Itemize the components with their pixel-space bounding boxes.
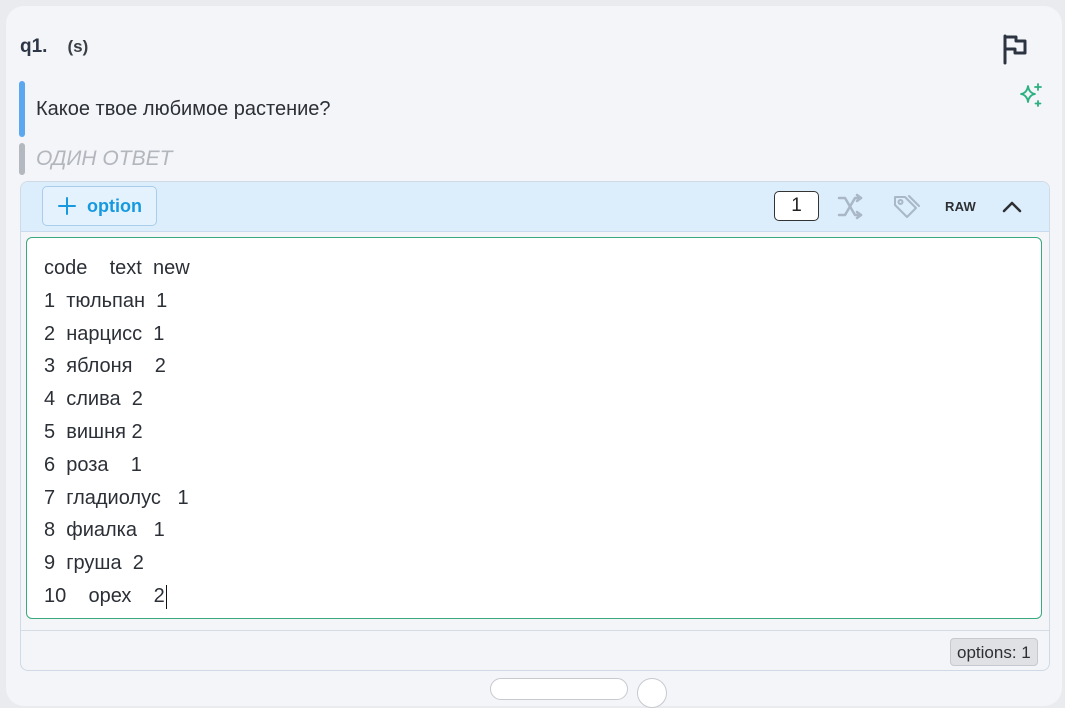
panel-divider bbox=[21, 630, 1049, 631]
flag-icon[interactable] bbox=[1000, 32, 1030, 66]
editor-line: 2 нарцисс 1 bbox=[44, 322, 165, 345]
editor-line: 7 гладиолус 1 bbox=[44, 486, 189, 509]
editor-line: code text new bbox=[44, 257, 190, 279]
raw-toggle[interactable]: RAW bbox=[945, 199, 976, 214]
editor-line: 9 груша 2 bbox=[44, 552, 144, 575]
question-header: q1. (s) bbox=[20, 36, 88, 58]
editor-line-last-text: 10 орех 2 bbox=[44, 584, 165, 607]
options-toolbar: option 1 RAW bbox=[21, 182, 1049, 232]
question-hint-block[interactable]: ОДИН ОТВЕТ bbox=[19, 143, 172, 175]
question-text-block[interactable]: Какое твое любимое растение? bbox=[19, 81, 331, 137]
question-type: (s) bbox=[67, 37, 89, 56]
hint-accent-bar bbox=[19, 143, 25, 175]
editor-line-last: 10 орех 2 bbox=[44, 580, 1041, 613]
editor-line: 1 тюльпан 1 bbox=[44, 289, 168, 312]
question-hint[interactable]: ОДИН ОТВЕТ bbox=[36, 147, 172, 171]
text-cursor bbox=[165, 584, 168, 609]
plus-icon bbox=[58, 197, 76, 215]
chevron-up-icon[interactable] bbox=[998, 193, 1026, 221]
add-option-label: option bbox=[87, 196, 142, 216]
sparkle-icon[interactable] bbox=[1018, 82, 1044, 108]
question-number: q1. bbox=[20, 36, 48, 57]
question-card: q1. (s) Какое твое любимое растение? ОДИ… bbox=[6, 6, 1062, 706]
editor-line: 5 вишня 2 bbox=[44, 420, 143, 443]
add-option-button[interactable]: option bbox=[42, 186, 157, 226]
option-count-field[interactable]: 1 bbox=[774, 191, 819, 221]
editor-line: 4 слива 2 bbox=[44, 388, 143, 411]
tag-icon[interactable] bbox=[892, 193, 920, 221]
shuffle-icon[interactable] bbox=[836, 193, 864, 221]
editor-line: 8 фиалка 1 bbox=[44, 519, 165, 542]
options-count-badge: options: 1 bbox=[950, 638, 1038, 666]
question-accent-bar bbox=[19, 81, 25, 137]
bottom-circle-button[interactable] bbox=[637, 678, 667, 708]
editor-line: 3 яблоня 2 bbox=[44, 355, 166, 378]
question-text[interactable]: Какое твое любимое растение? bbox=[36, 98, 331, 121]
bottom-button[interactable] bbox=[490, 678, 628, 700]
editor-line: 6 роза 1 bbox=[44, 453, 142, 476]
options-raw-editor[interactable]: code text new 1 тюльпан 1 2 нарцисс 1 3 … bbox=[26, 237, 1042, 619]
options-panel: option 1 RAW code text new 1 тюльпан 1 2… bbox=[20, 181, 1050, 671]
